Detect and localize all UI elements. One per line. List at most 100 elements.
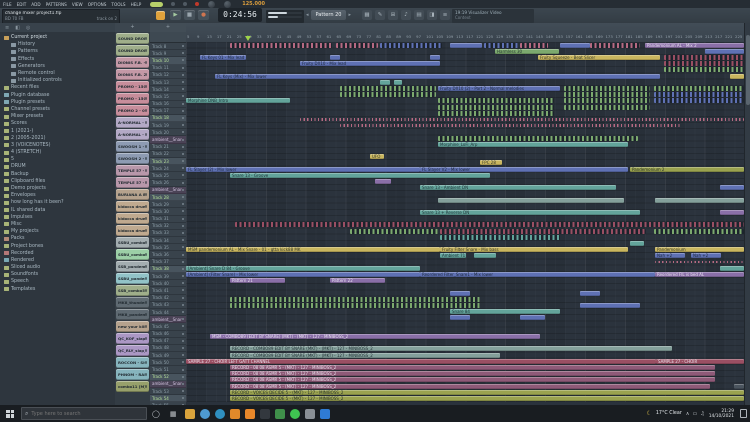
playlist-clip[interactable]: RECORD - 08 08 ASMR 5 - (MKT) - 127 - MI… <box>230 377 715 382</box>
track-row[interactable]: Track 32 <box>150 223 186 230</box>
playlist-clip[interactable]: FL Keys (Mix) - Mix lower <box>215 74 660 79</box>
track-mute-dot[interactable] <box>182 340 184 342</box>
taskbar-app-whatsapp[interactable] <box>290 409 300 419</box>
track-row[interactable]: Track 41 <box>150 287 186 294</box>
track-name[interactable]: Track 8 <box>150 44 182 49</box>
browser-item[interactable]: My projects <box>0 228 115 235</box>
browser-item[interactable]: Backup <box>0 171 115 178</box>
track-mute-dot[interactable] <box>182 354 184 356</box>
record-button[interactable]: ● <box>198 10 209 20</box>
pattern-button[interactable]: MK8_pandemonia_w <box>116 309 149 320</box>
playlist-clip[interactable] <box>430 55 440 60</box>
track-mute-dot[interactable] <box>182 282 184 284</box>
track-mute-dot[interactable] <box>182 318 184 320</box>
start-button[interactable] <box>6 410 14 418</box>
track-row[interactable]: Track 30 <box>150 208 186 215</box>
pattern-mute-dot[interactable] <box>145 373 148 376</box>
pattern-button[interactable]: SSBU_pandemic_pet <box>116 273 149 284</box>
toggle-dot-2[interactable] <box>183 2 187 6</box>
track-mute-dot[interactable] <box>182 153 184 155</box>
taskbar-app-gray-app[interactable] <box>305 409 315 419</box>
track-name[interactable]: Track 44 <box>150 310 182 315</box>
taskbar-app-edge[interactable] <box>215 409 225 419</box>
typing-keyboard-indicator[interactable] <box>150 2 163 7</box>
pattern-mute-dot[interactable] <box>145 277 148 280</box>
playlist-clip[interactable] <box>564 98 650 103</box>
track-mute-dot[interactable] <box>182 311 184 313</box>
track-mute-dot[interactable] <box>182 182 184 184</box>
pattern-button[interactable]: A-NORMAL - 33 CALL B 2 <box>116 129 149 140</box>
track-name[interactable]: Track 11 <box>150 65 182 70</box>
menu-item-file[interactable]: FILE <box>3 2 12 7</box>
track-row[interactable]: Track 49 <box>150 352 186 359</box>
track-mute-dot[interactable] <box>182 239 184 241</box>
pattern-mute-dot[interactable] <box>145 349 148 352</box>
browser-header-icon-2[interactable]: ◎ <box>26 25 30 31</box>
pattern-mute-dot[interactable] <box>145 265 148 268</box>
pattern-button[interactable]: SSB_combo51_per <box>116 285 149 296</box>
track-name[interactable]: Track 28 <box>150 195 182 200</box>
track-name[interactable]: ambient__Snare 15 (2) <box>150 187 182 192</box>
playlist-clip[interactable]: MSM pandemonium AL - Mix Snare - 01 - gt… <box>186 247 440 252</box>
playlist-clip[interactable] <box>654 98 744 103</box>
browser-item[interactable]: Templates <box>0 286 115 293</box>
track-row[interactable]: Track 25 <box>150 172 186 179</box>
browser-item[interactable]: Impulses <box>0 214 115 221</box>
track-name[interactable]: Track 35 <box>150 245 182 250</box>
playlist-clip[interactable] <box>474 253 496 258</box>
pattern-mute-dot[interactable] <box>145 301 148 304</box>
browser-item[interactable]: Sliced audio <box>0 264 115 271</box>
track-name[interactable]: Track 23 <box>150 159 182 164</box>
track-mute-dot[interactable] <box>182 52 184 54</box>
track-name[interactable]: Track 36 <box>150 252 182 257</box>
playlist-clip[interactable]: Fruity Filter Snare - Mix bass <box>440 247 628 252</box>
playlist-clip[interactable] <box>438 136 638 141</box>
track-row[interactable]: Track 52 <box>150 374 186 381</box>
notification-center-icon[interactable] <box>740 409 747 418</box>
track-mute-dot[interactable] <box>182 189 184 191</box>
playlist-clip[interactable]: Harmless 30 <box>495 49 559 54</box>
playlist-area[interactable]: 5913172125293337414549535761656973778185… <box>186 23 744 405</box>
playlist-clip[interactable]: SAMPLE 27 - CHOIR LEFT GATT CHANNEL <box>186 359 656 364</box>
track-name[interactable]: Track 29 <box>150 202 182 207</box>
track-name[interactable]: Track 32 <box>150 223 182 228</box>
track-row[interactable]: Track 39 <box>150 273 186 280</box>
pattern-mute-dot[interactable] <box>145 37 148 40</box>
weather-text[interactable]: 17°C Clear <box>656 411 682 416</box>
pattern-button[interactable]: DIONIS F.B. - MKT - 22 <box>116 57 149 68</box>
playlist-clip[interactable]: Nah +2 <box>691 253 721 258</box>
track-mute-dot[interactable] <box>182 383 184 385</box>
track-name[interactable]: Track 41 <box>150 288 182 293</box>
track-name[interactable]: Track 20 <box>150 130 182 135</box>
track-row[interactable]: Track 15 <box>150 93 186 100</box>
browser-item[interactable]: Plugin database <box>0 92 115 99</box>
playlist-clip[interactable]: Nah +2 <box>655 253 685 258</box>
track-row[interactable]: Track 35 <box>150 244 186 251</box>
track-mute-dot[interactable] <box>182 347 184 349</box>
track-mute-dot[interactable] <box>182 261 184 263</box>
pattern-mute-dot[interactable] <box>145 169 148 172</box>
playlist-clip[interactable] <box>560 43 590 48</box>
pattern-mute-dot[interactable] <box>145 289 148 292</box>
track-name[interactable]: Track 38 <box>150 266 182 271</box>
track-mute-dot[interactable] <box>182 139 184 141</box>
track-name[interactable]: Track 16 <box>150 101 182 106</box>
track-name[interactable]: Track 42 <box>150 295 182 300</box>
menu-item-options[interactable]: OPTIONS <box>88 2 107 7</box>
playlist-clip[interactable]: RECORD - 08 08 ASMR 5 - (MKT) - 127 - MI… <box>230 371 715 376</box>
track-mute-dot[interactable] <box>182 246 184 248</box>
playlist-clip[interactable]: Reordered Filter_Snare1 - Mix lower <box>420 272 655 277</box>
playlist-clip[interactable] <box>230 297 480 302</box>
playlist-scrollbar-thumb[interactable] <box>746 35 750 105</box>
playlist-clip[interactable] <box>734 384 744 389</box>
track-mute-dot[interactable] <box>182 210 184 212</box>
track-mute-dot[interactable] <box>182 397 184 399</box>
track-row[interactable]: Track 37 <box>150 259 186 266</box>
track-name[interactable]: Track 26 <box>150 180 182 185</box>
track-name[interactable]: Track 48 <box>150 345 182 350</box>
playlist-clip[interactable] <box>438 111 554 116</box>
playlist-clip[interactable]: Snare 13 - Groove <box>230 173 490 178</box>
track-mute-dot[interactable] <box>182 218 184 220</box>
pattern-button[interactable]: MK8_thunderstru_w <box>116 297 149 308</box>
track-name[interactable]: Track 15 <box>150 94 182 99</box>
